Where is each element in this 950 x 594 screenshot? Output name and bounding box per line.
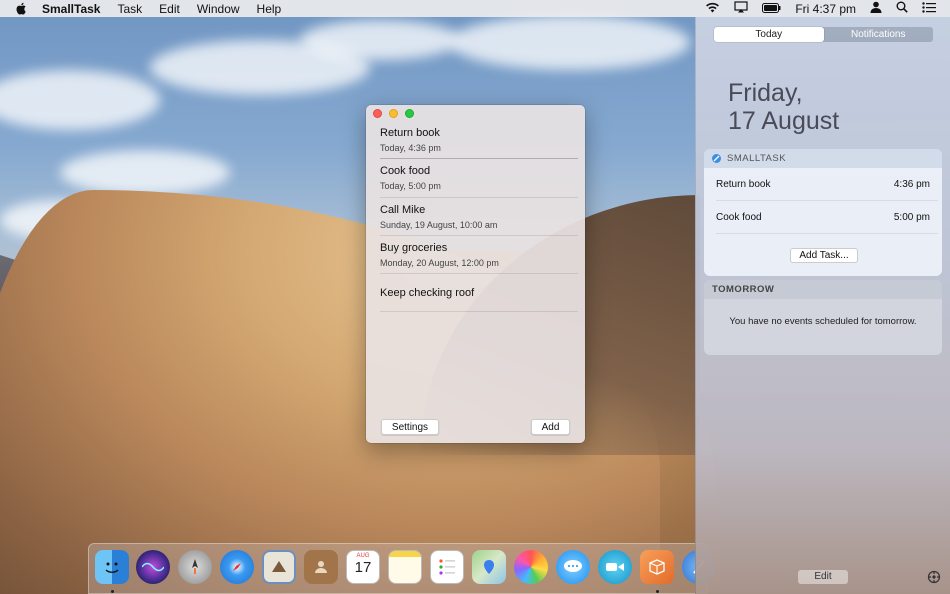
task-time: Today, 5:00 pm — [380, 181, 441, 192]
menu-window[interactable]: Window — [197, 2, 240, 16]
settings-button[interactable]: Settings — [381, 419, 439, 435]
smalltask-widget: SMALLTASK Return book 4:36 pm Cook food … — [704, 149, 942, 276]
safari-icon[interactable] — [220, 550, 254, 584]
notes-icon[interactable] — [388, 550, 422, 584]
minimize-button[interactable] — [389, 109, 398, 118]
notification-center: Today Notifications Friday, 17 August SM… — [695, 17, 950, 594]
cloud — [0, 70, 160, 130]
dock: AUG 17 — [88, 543, 716, 594]
task-title: Call Mike — [380, 203, 426, 216]
tab-notifications[interactable]: Notifications — [824, 27, 934, 42]
window-controls — [373, 109, 414, 118]
menu-bar: SmallTask Task Edit Window Help Fri 4:37… — [0, 0, 950, 17]
task-title: Buy groceries — [380, 241, 448, 254]
add-button[interactable]: Add — [531, 419, 570, 435]
launchpad-icon[interactable] — [178, 550, 212, 584]
calendar-day: 17 — [354, 559, 372, 576]
cloud — [450, 15, 690, 70]
widget-task-row[interactable]: Return book 4:36 pm — [716, 168, 938, 201]
widget-task-row[interactable]: Cook food 5:00 pm — [716, 201, 938, 234]
task-title: Cook food — [380, 165, 431, 178]
task-title: Keep checking roof — [380, 287, 475, 300]
tomorrow-message: You have no events scheduled for tomorro… — [729, 316, 917, 327]
wifi-icon[interactable] — [705, 2, 720, 16]
task-item[interactable]: Keep checking roof — [380, 274, 578, 313]
menu-bar-status: Fri 4:37 pm — [705, 0, 950, 17]
reminders-icon[interactable] — [430, 550, 464, 584]
nc-date: Friday, 17 August — [728, 79, 839, 135]
maps-icon[interactable] — [472, 550, 506, 584]
task-title: Return book — [380, 127, 440, 139]
menu-help[interactable]: Help — [257, 2, 282, 16]
task-list: Return book Today, 4:36 pm Cook food Tod… — [366, 121, 585, 313]
task-time: Today, 4:36 pm — [380, 143, 441, 153]
task-time: Sunday, 19 August, 10:00 am — [380, 219, 498, 230]
zoom-button[interactable] — [405, 109, 414, 118]
user-icon[interactable] — [870, 1, 882, 16]
facetime-icon[interactable] — [598, 550, 632, 584]
messages-icon[interactable] — [556, 550, 590, 584]
siri-icon[interactable] — [136, 550, 170, 584]
widget-task-time: 5:00 pm — [893, 211, 930, 223]
tab-today[interactable]: Today — [714, 27, 824, 42]
widget-title: SMALLTASK — [727, 153, 787, 164]
calendar-icon[interactable]: AUG 17 — [346, 550, 380, 584]
cloud — [60, 150, 230, 195]
task-item[interactable]: Call Mike Sunday, 19 August, 10:00 am — [380, 198, 578, 236]
photos-icon[interactable] — [514, 550, 548, 584]
add-task-button[interactable]: Add Task... — [790, 248, 858, 263]
tomorrow-header: TOMORROW — [704, 280, 942, 299]
finder-icon[interactable] — [95, 550, 129, 584]
battery-icon[interactable] — [762, 2, 781, 16]
smalltask-icon[interactable] — [640, 550, 674, 584]
spotlight-icon[interactable] — [896, 1, 908, 16]
close-button[interactable] — [373, 109, 382, 118]
widget-task-time: 4:36 pm — [893, 178, 930, 190]
task-time: Monday, 20 August, 12:00 pm — [380, 257, 499, 268]
smalltask-app-icon — [712, 154, 721, 163]
contacts-icon[interactable] — [304, 550, 338, 584]
mail-icon[interactable] — [262, 550, 296, 584]
menu-edit[interactable]: Edit — [159, 2, 180, 16]
nc-date-weekday: Friday, — [728, 79, 803, 107]
menu-app-name[interactable]: SmallTask — [42, 2, 100, 16]
nc-date-day: 17 August — [728, 107, 840, 135]
menu-clock[interactable]: Fri 4:37 pm — [795, 2, 856, 16]
task-item[interactable]: Return book Today, 4:36 pm — [380, 121, 578, 160]
notification-center-icon[interactable] — [922, 1, 936, 16]
menu-task[interactable]: Task — [117, 2, 142, 16]
task-item[interactable]: Buy groceries Monday, 20 August, 12:00 p… — [380, 236, 578, 275]
gear-icon[interactable] — [927, 570, 941, 584]
cloud — [300, 20, 460, 60]
airplay-icon[interactable] — [734, 1, 748, 16]
running-indicator — [111, 590, 114, 593]
running-indicator — [656, 590, 659, 593]
apple-menu-icon[interactable] — [14, 2, 28, 16]
tomorrow-widget: TOMORROW You have no events scheduled fo… — [704, 280, 942, 355]
widget-task-label: Cook food — [716, 211, 762, 223]
task-item[interactable]: Cook food Today, 5:00 pm — [380, 159, 578, 198]
edit-button[interactable]: Edit — [798, 570, 848, 584]
widget-header: SMALLTASK — [704, 149, 942, 168]
widget-task-label: Return book — [716, 178, 771, 190]
nc-tab-bar: Today Notifications — [714, 27, 933, 42]
smalltask-window: Return book Today, 4:36 pm Cook food Tod… — [366, 105, 585, 443]
